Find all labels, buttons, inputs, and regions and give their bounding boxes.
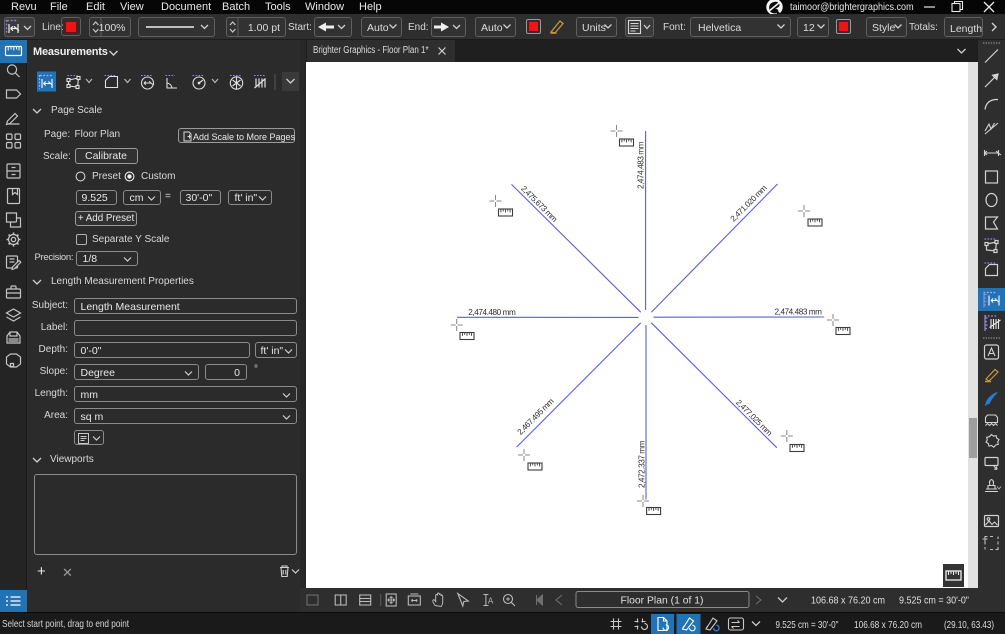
svg-text:2,471.020 mm: 2,471.020 mm [729,183,769,223]
svg-text:2,474.483 mm: 2,474.483 mm [637,141,646,189]
svg-text:2,477.025 mm: 2,477.025 mm [734,398,774,438]
svg-text:9.525 cm = 30'-0": 9.525 cm = 30'-0" [899,595,969,607]
svg-text:Floor Plan (1 of 1): Floor Plan (1 of 1) [621,595,704,607]
svg-text:2,467.495 mm: 2,467.495 mm [516,397,556,437]
svg-text:106.68 x 76.20 cm: 106.68 x 76.20 cm [854,619,922,631]
svg-text:2,472.337 mm: 2,472.337 mm [638,440,647,488]
svg-text:(29.10, 63.43): (29.10, 63.43) [944,619,994,631]
svg-text:9.525 cm = 30'-0": 9.525 cm = 30'-0" [776,619,839,631]
svg-text:2,474.483 mm: 2,474.483 mm [775,308,823,317]
svg-text:106.68 x 76.20 cm: 106.68 x 76.20 cm [811,595,885,607]
svg-text:A: A [488,597,494,606]
svg-text:2,474.480 mm: 2,474.480 mm [468,308,516,317]
svg-text:2,475.673 mm: 2,475.673 mm [519,184,559,224]
